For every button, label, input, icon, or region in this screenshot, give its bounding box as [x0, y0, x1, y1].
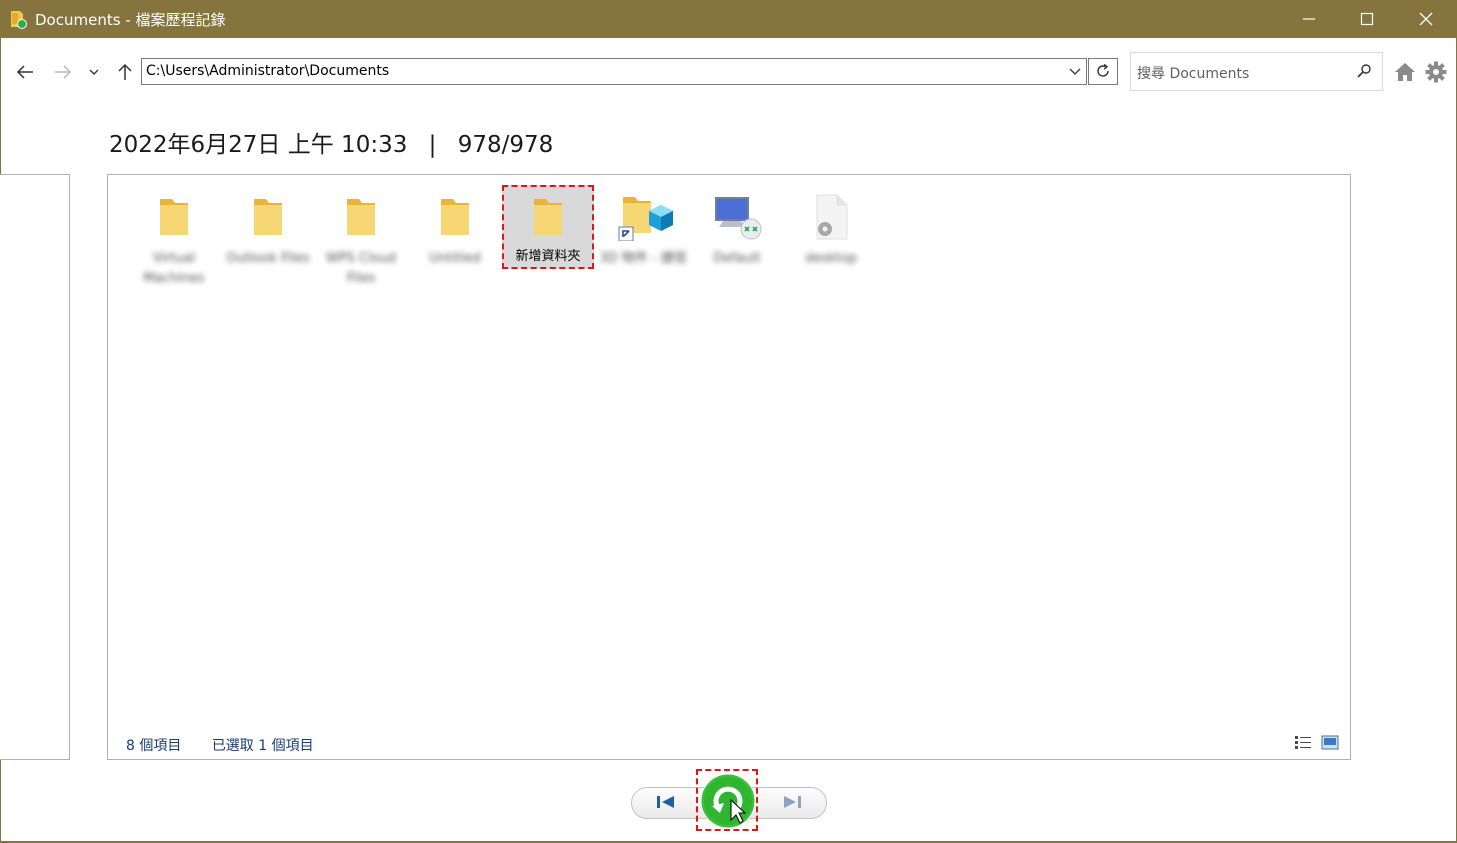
header-separator: | — [428, 132, 437, 158]
settings-file-icon — [816, 194, 848, 240]
backup-date: 2022年6月27日 上午 10:33 — [109, 132, 408, 158]
search-icon[interactable] — [1356, 63, 1372, 79]
minimize-icon — [1303, 18, 1315, 20]
file-item-label: WPS Cloud Files — [325, 251, 397, 286]
back-button[interactable] — [13, 60, 37, 84]
file-item-label: 3D 物件 - 捷徑 — [599, 251, 687, 266]
restore-button[interactable] — [696, 769, 758, 831]
file-item-label: 新增資料夾 — [515, 249, 581, 264]
address-path: C:\Users\Administrator\Documents — [146, 63, 390, 79]
large-icons-view-icon[interactable] — [1321, 735, 1339, 751]
file-item-label: Default — [713, 251, 761, 266]
previous-version-pane[interactable] — [0, 174, 70, 760]
restore-icon — [700, 773, 756, 829]
file-item-folder[interactable]: Untitled — [409, 185, 501, 295]
file-item-rdp[interactable]: Default — [691, 185, 783, 295]
previous-version-icon — [657, 796, 674, 808]
recent-locations-button[interactable] — [82, 60, 106, 84]
status-bar: 8 個項目 已選取 1 個項目 — [126, 735, 340, 755]
file-item-folder-selected[interactable]: 新增資料夾 — [502, 185, 594, 295]
search-input[interactable]: 搜尋 Documents — [1137, 63, 1249, 83]
folder-icon — [160, 199, 188, 235]
refresh-icon — [1097, 63, 1109, 77]
close-button[interactable] — [1397, 0, 1455, 38]
next-version-button[interactable] — [778, 789, 806, 815]
selected-count: 已選取 1 個項目 — [211, 738, 314, 754]
file-item-folder[interactable]: Virtual Machines — [128, 185, 220, 295]
version-counter: 978/978 — [457, 132, 554, 158]
file-item-settings-file[interactable]: desktop — [785, 185, 877, 295]
close-icon — [1419, 12, 1433, 26]
item-count: 8 個項目 — [126, 738, 182, 754]
previous-version-button[interactable] — [652, 789, 680, 815]
file-history-app-icon — [11, 11, 27, 29]
back-arrow-icon — [16, 65, 33, 79]
forward-arrow-icon — [55, 65, 72, 79]
details-view-icon[interactable] — [1294, 735, 1312, 751]
gear-icon[interactable] — [1425, 61, 1447, 83]
remote-desktop-icon — [715, 197, 762, 240]
3d-objects-shortcut-icon — [618, 197, 673, 241]
address-bar[interactable]: C:\Users\Administrator\Documents — [141, 58, 1087, 85]
window-title: Documents - 檔案歷程記錄 — [35, 11, 226, 29]
file-item-label: Virtual Machines — [143, 251, 205, 286]
file-view-pane: Virtual Machines Outlook Files WPS Cloud… — [107, 174, 1351, 760]
file-item-shortcut[interactable]: 3D 物件 - 捷徑 — [597, 185, 689, 295]
maximize-icon — [1360, 12, 1374, 26]
folder-icon — [347, 199, 375, 235]
file-item-label: Untitled — [429, 251, 481, 266]
folder-icon — [254, 199, 282, 235]
file-item-folder[interactable]: Outlook Files — [222, 185, 314, 295]
backup-timestamp-header: 2022年6月27日 上午 10:33 | 978/978 — [109, 125, 553, 159]
file-item-folder[interactable]: WPS Cloud Files — [315, 185, 407, 295]
home-icon[interactable] — [1394, 61, 1416, 83]
refresh-button[interactable] — [1088, 58, 1118, 85]
file-item-label: Outlook Files — [226, 251, 310, 266]
folder-icon — [534, 199, 562, 235]
maximize-button[interactable] — [1338, 0, 1396, 38]
file-item-label: desktop — [805, 251, 857, 266]
address-dropdown-icon[interactable] — [1066, 62, 1084, 80]
forward-button[interactable] — [51, 60, 75, 84]
title-bar: Documents - 檔案歷程記錄 — [0, 0, 1457, 38]
up-button[interactable] — [113, 60, 137, 84]
up-arrow-icon — [118, 63, 132, 80]
folder-icon — [441, 199, 469, 235]
minimize-button[interactable] — [1280, 0, 1338, 38]
recent-dropdown-icon — [89, 69, 99, 75]
next-version-icon — [784, 796, 801, 808]
search-box[interactable]: 搜尋 Documents — [1130, 52, 1383, 91]
